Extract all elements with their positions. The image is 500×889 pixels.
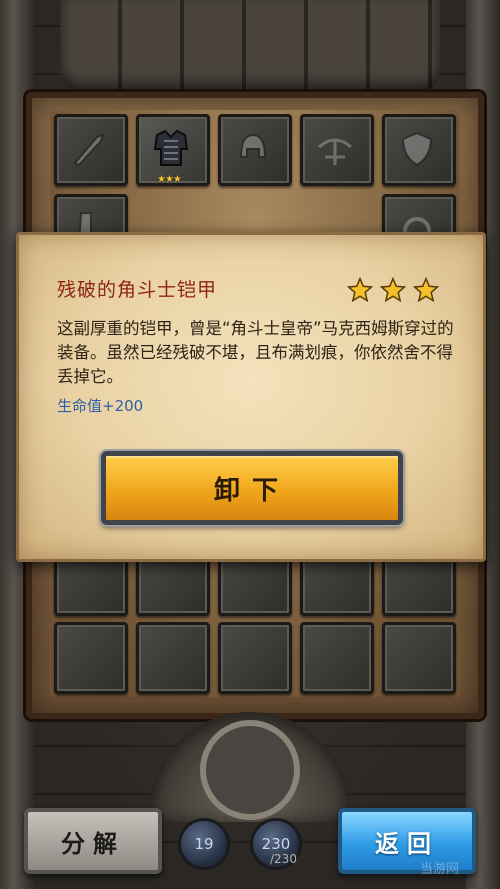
bag-slot[interactable] [300, 622, 374, 694]
dial-ring [200, 720, 300, 820]
star-icon [379, 277, 406, 303]
item-description: 这副厚重的铠甲，曾是“角斗士皇帝”马克西姆斯穿过的装备。虽然已经残破不堪，且布满… [57, 319, 454, 386]
item-detail-dialog: 残破的角斗士铠甲 这副厚重的铠甲，曾是“角斗士皇帝”马克西姆斯穿过的装备。虽然已… [16, 232, 486, 562]
item-rating [345, 277, 439, 307]
equip-slot-ranged[interactable] [300, 114, 374, 186]
bag-slot[interactable] [218, 622, 292, 694]
watermark: 当游网 [420, 862, 460, 877]
bag-slot[interactable] [54, 622, 128, 694]
sword-icon [73, 133, 105, 167]
equip-slot-helmet[interactable] [218, 114, 292, 186]
stone-arch [60, 0, 440, 92]
counter-1-value: 19 [194, 835, 214, 853]
bag-slot[interactable] [382, 622, 456, 694]
decompose-button[interactable]: 分解 [24, 808, 162, 874]
shield-icon [401, 131, 433, 167]
chest-armor-icon [153, 129, 189, 166]
slot-rating-stars: ★★★ [157, 174, 182, 185]
counter-2-max: /230 [270, 852, 297, 866]
bag-slot[interactable] [136, 622, 210, 694]
counter-orb-1: 19 [178, 818, 230, 870]
equip-slot-shield[interactable] [382, 114, 456, 186]
equip-slot-armor[interactable]: ★★★ [136, 114, 210, 186]
helmet-icon [239, 133, 267, 158]
item-stat-bonus: 生命值+200 [57, 397, 144, 415]
star-icon [346, 277, 373, 303]
counter-2-value: 230 [261, 835, 291, 853]
unequip-button[interactable]: 卸下 [101, 451, 403, 525]
equip-slot-weapon[interactable] [54, 114, 128, 186]
crossbow-icon [318, 138, 352, 165]
item-name: 残破的角斗士铠甲 [57, 279, 218, 301]
star-icon [413, 277, 439, 303]
